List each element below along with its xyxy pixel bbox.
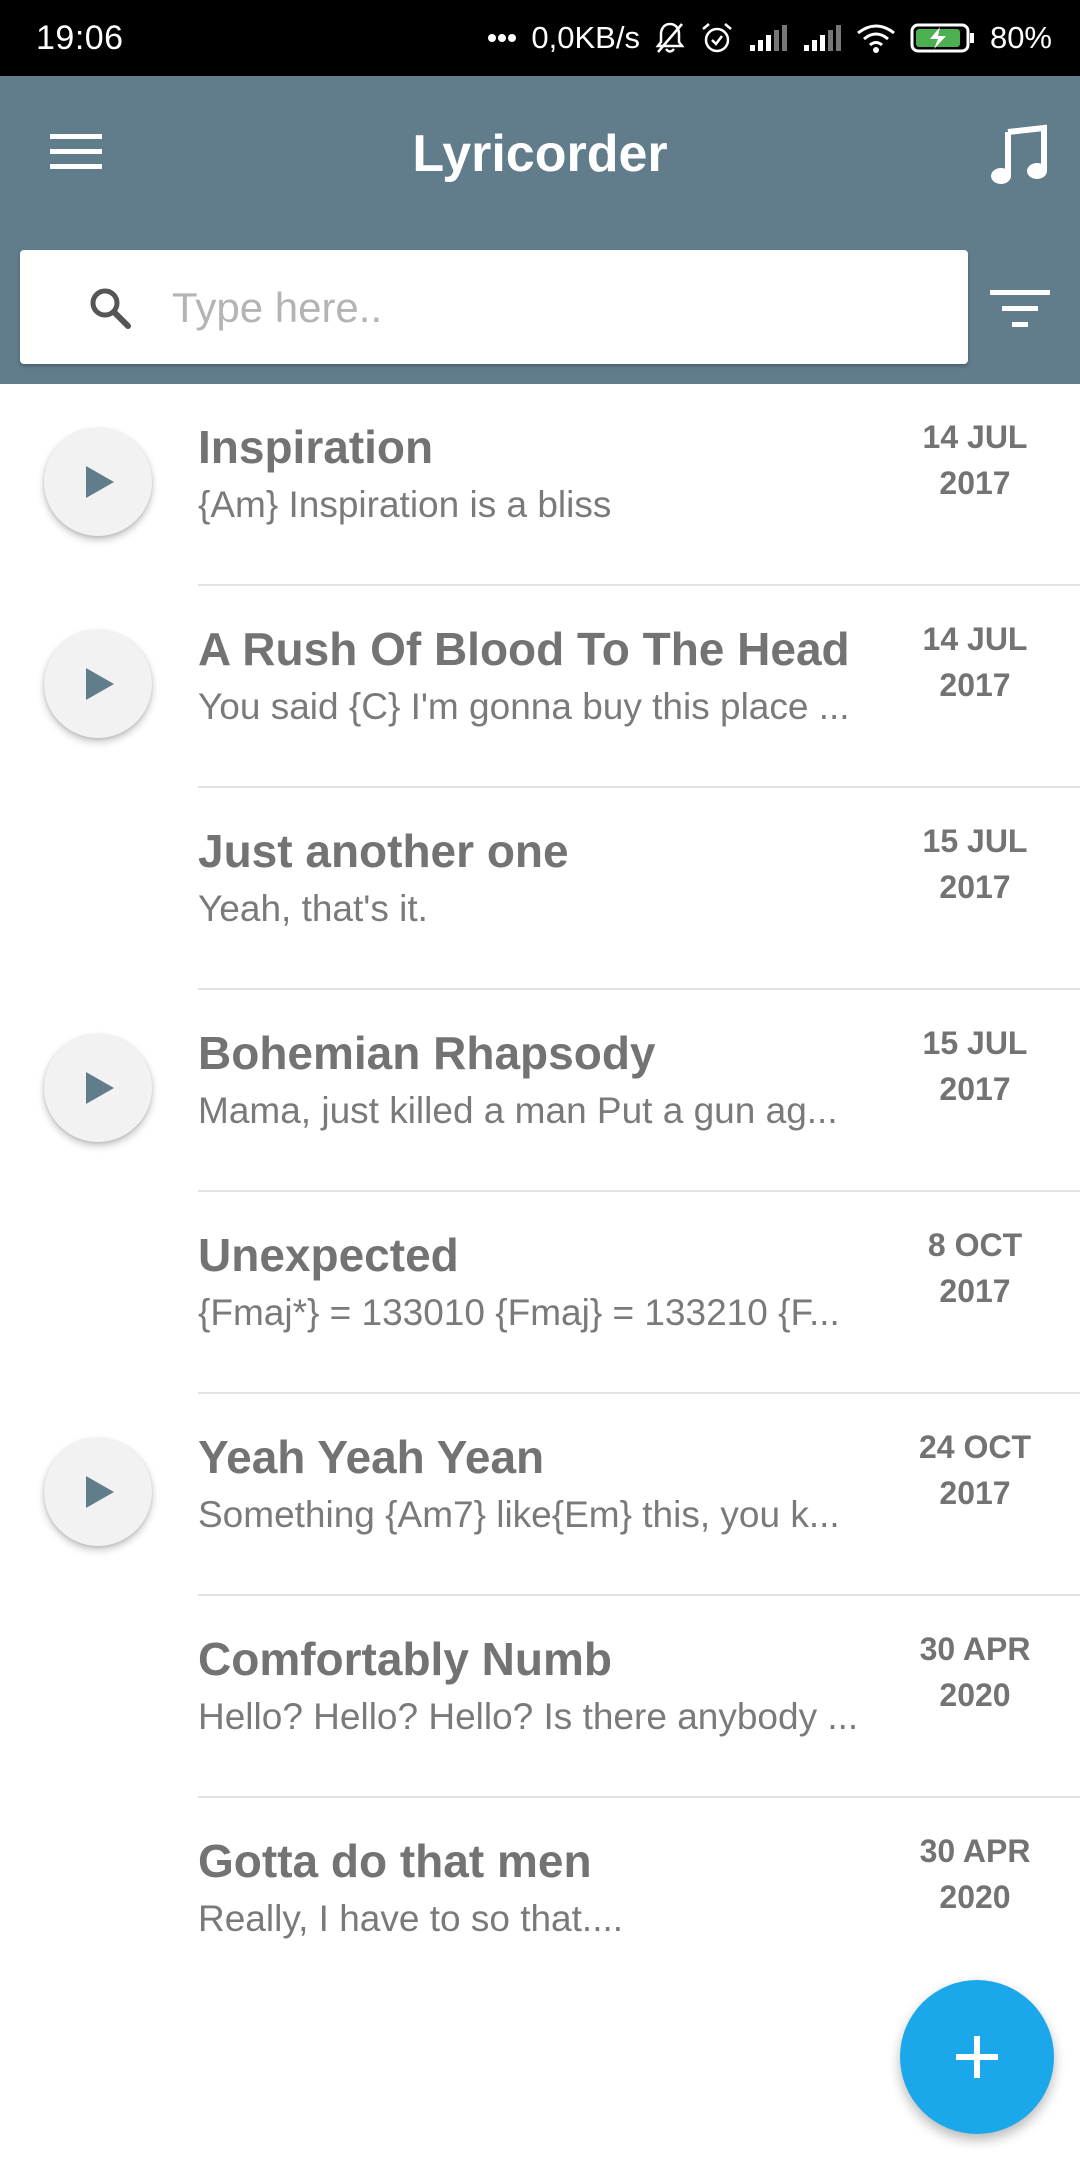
battery-percent: 80% bbox=[989, 20, 1052, 55]
song-date: 24 OCT 2017 bbox=[900, 1424, 1050, 1516]
song-list: Inspiration {Am} Inspiration is a bliss … bbox=[0, 384, 1080, 2000]
filter-icon bbox=[990, 290, 1050, 327]
song-title: Unexpected bbox=[198, 1229, 459, 1281]
song-title: Inspiration bbox=[198, 421, 434, 473]
song-preview: Really, I have to so that.... bbox=[198, 1898, 624, 1939]
song-date: 8 OCT 2017 bbox=[900, 1222, 1050, 1314]
app-title: Lyricorder bbox=[412, 125, 668, 183]
status-icons: 0,0KB/s 80% bbox=[487, 20, 1052, 56]
app-bar: Lyricorder bbox=[0, 76, 1080, 384]
song-date-day-month: 30 APR bbox=[919, 1833, 1031, 1869]
song-date-year: 2020 bbox=[939, 1677, 1011, 1713]
wifi-icon bbox=[857, 24, 895, 53]
music-button[interactable] bbox=[988, 124, 1052, 188]
song-list-item[interactable]: Inspiration {Am} Inspiration is a bliss … bbox=[0, 384, 1080, 586]
play-button[interactable] bbox=[44, 1034, 152, 1142]
play-button[interactable] bbox=[44, 428, 152, 536]
music-note-icon bbox=[991, 124, 1047, 184]
battery-charging-icon bbox=[910, 23, 974, 53]
song-preview: Yeah, that's it. bbox=[198, 888, 428, 929]
song-title: Bohemian Rhapsody bbox=[198, 1027, 656, 1079]
song-date-year: 2017 bbox=[939, 869, 1011, 905]
dots-icon bbox=[488, 34, 517, 42]
song-date-year: 2017 bbox=[939, 465, 1011, 501]
song-preview: Mama, just killed a man Put a gun ag... bbox=[198, 1090, 838, 1131]
song-date-day-month: 14 JUL bbox=[922, 621, 1028, 657]
song-date: 14 JUL 2017 bbox=[900, 414, 1050, 506]
play-button[interactable] bbox=[44, 630, 152, 738]
plus-icon bbox=[956, 2036, 998, 2078]
song-title: A Rush Of Blood To The Head bbox=[198, 623, 850, 675]
signal-icon bbox=[803, 25, 841, 51]
search-icon bbox=[90, 288, 131, 329]
song-preview: Hello? Hello? Hello? Is there anybody ..… bbox=[198, 1696, 859, 1737]
song-list-item[interactable]: Gotta do that men Really, I have to so t… bbox=[0, 1798, 1080, 2000]
play-icon bbox=[86, 466, 114, 498]
add-song-button[interactable] bbox=[900, 1980, 1054, 2134]
song-list-item[interactable]: A Rush Of Blood To The Head You said {C}… bbox=[0, 586, 1080, 788]
song-list-item[interactable]: Just another one Yeah, that's it. 15 JUL… bbox=[0, 788, 1080, 990]
song-preview: {Fmaj*} = 133010 {Fmaj} = 133210 {F... bbox=[198, 1292, 840, 1333]
filter-button[interactable] bbox=[988, 284, 1052, 334]
song-list-item[interactable]: Yeah Yeah Yean Something {Am7} like{Em} … bbox=[0, 1394, 1080, 1596]
song-date: 14 JUL 2017 bbox=[900, 616, 1050, 708]
search-input[interactable] bbox=[170, 270, 944, 346]
song-date-year: 2017 bbox=[939, 1071, 1011, 1107]
song-date-year: 2017 bbox=[939, 667, 1011, 703]
song-date: 15 JUL 2017 bbox=[900, 818, 1050, 910]
signal-icon bbox=[749, 25, 787, 51]
song-date-day-month: 14 JUL bbox=[922, 419, 1028, 455]
song-title: Yeah Yeah Yean bbox=[198, 1431, 545, 1483]
mute-bell-icon bbox=[655, 22, 685, 53]
song-preview: Something {Am7} like{Em} this, you k... bbox=[198, 1494, 840, 1535]
play-icon bbox=[86, 1476, 114, 1508]
network-speed: 0,0KB/s bbox=[531, 20, 640, 55]
play-icon bbox=[86, 668, 114, 700]
song-date: 15 JUL 2017 bbox=[900, 1020, 1050, 1112]
song-date-year: 2017 bbox=[939, 1475, 1011, 1511]
status-bar: 19:06 0,0KB/s 80% bbox=[0, 0, 1080, 76]
song-title: Comfortably Numb bbox=[198, 1633, 612, 1685]
song-date-year: 2017 bbox=[939, 1273, 1011, 1309]
song-date-day-month: 15 JUL bbox=[922, 1025, 1028, 1061]
search-box bbox=[20, 250, 968, 364]
play-button[interactable] bbox=[44, 1438, 152, 1546]
hamburger-menu-icon bbox=[50, 134, 102, 169]
song-title: Just another one bbox=[198, 825, 569, 877]
song-preview: You said {C} I'm gonna buy this place ..… bbox=[198, 686, 850, 727]
song-list-item[interactable]: Comfortably Numb Hello? Hello? Hello? Is… bbox=[0, 1596, 1080, 1798]
song-date: 30 APR 2020 bbox=[900, 1828, 1050, 1920]
song-date-day-month: 24 OCT bbox=[918, 1429, 1032, 1465]
status-time: 19:06 bbox=[36, 18, 124, 57]
song-title: Gotta do that men bbox=[198, 1835, 592, 1887]
song-date-day-month: 15 JUL bbox=[922, 823, 1028, 859]
song-list-item[interactable]: Bohemian Rhapsody Mama, just killed a ma… bbox=[0, 990, 1080, 1192]
song-date-day-month: 8 OCT bbox=[927, 1227, 1023, 1263]
song-list-item[interactable]: Unexpected {Fmaj*} = 133010 {Fmaj} = 133… bbox=[0, 1192, 1080, 1394]
song-date-day-month: 30 APR bbox=[919, 1631, 1031, 1667]
song-preview: {Am} Inspiration is a bliss bbox=[198, 484, 612, 525]
alarm-icon bbox=[702, 23, 732, 53]
song-date: 30 APR 2020 bbox=[900, 1626, 1050, 1718]
play-icon bbox=[86, 1072, 114, 1104]
menu-button[interactable] bbox=[44, 128, 112, 176]
song-date-year: 2020 bbox=[939, 1879, 1011, 1915]
